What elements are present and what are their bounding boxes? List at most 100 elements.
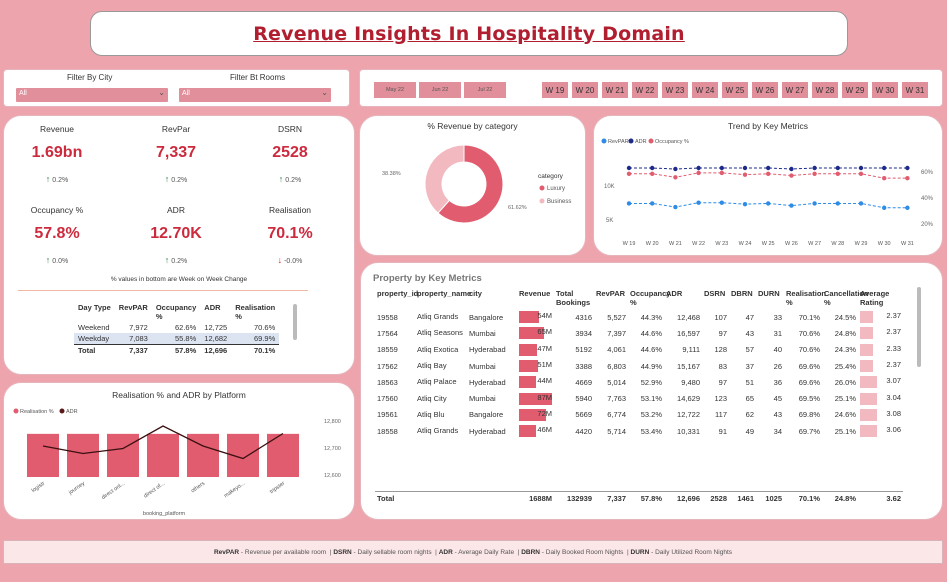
revenue-databar: 51M [519, 360, 552, 373]
column-header[interactable]: Revenue [517, 287, 554, 309]
week-slicer-3[interactable]: W 22 [632, 82, 658, 98]
daytype-table: Day Type RevPAR Occupancy % ADR Realisat… [74, 302, 280, 356]
rating-databar: 3.06 [860, 425, 901, 438]
column-header[interactable]: RevPAR [594, 287, 628, 309]
kpi-change: ↑ 0.2% [278, 174, 302, 184]
legend-label: Business [547, 199, 571, 205]
table-row[interactable]: 19561 Atliq Blu Bangalore 72M 5669 6,774 53.2%… [375, 407, 903, 423]
y-tick-label: 10K [604, 184, 615, 190]
month-slicer-2[interactable]: Jul 22 [464, 82, 506, 98]
column-header[interactable]: property_name [415, 287, 471, 309]
x-tick-label: W 25 [762, 241, 775, 247]
x-tick-label: logistr [31, 481, 47, 494]
data-point [650, 165, 655, 171]
divider [18, 290, 308, 291]
week-slicer-1[interactable]: W 20 [572, 82, 598, 98]
column-header[interactable]: city [467, 287, 517, 309]
week-slicer-12[interactable]: W 31 [902, 82, 928, 98]
column-header[interactable]: ADR [200, 302, 231, 322]
column-header[interactable]: Realisation % [784, 287, 826, 309]
kpi-change: ↑ 0.2% [164, 255, 188, 265]
legend-swatch [539, 198, 545, 204]
x-tick-label: W 28 [831, 241, 844, 247]
x-tick-label: makeyo... [223, 480, 246, 499]
column-header[interactable]: Occupancy % [628, 287, 670, 309]
data-point [858, 165, 864, 171]
legend-label: Luxury [547, 186, 565, 192]
legend-label: ADR [66, 409, 78, 415]
kpi-value: 70.1% [267, 225, 313, 242]
table-row[interactable]: Weekday 7,083 55.8% 12,682 69.9% [74, 333, 280, 345]
kpi-change: ↑ 0.0% [45, 255, 69, 265]
table-row[interactable]: 18563 Atliq Palace Hyderabad 44M 4669 5,014 52… [375, 374, 903, 390]
rating-databar: 2.33 [860, 343, 901, 356]
table-row[interactable]: Weekend 7,972 62.6% 12,725 70.6% [74, 322, 279, 333]
rating-databar: 2.37 [860, 311, 901, 324]
legend-title: category [538, 173, 564, 180]
data-point [789, 203, 794, 208]
table-row[interactable]: 17562 Atliq Bay Mumbai 51M 3388 6,803 44.9% 15,… [375, 358, 903, 374]
y-tick-label: 40% [921, 196, 934, 202]
table-row[interactable]: 17564 Atliq Seasons Mumbai 65M 3934 7,397 44.6… [375, 325, 903, 341]
data-point [766, 165, 771, 171]
column-header[interactable]: Day Type [74, 302, 115, 322]
legend-label: Occupancy % [655, 139, 689, 145]
week-slicer-4[interactable]: W 23 [662, 82, 688, 98]
data-point [742, 165, 748, 171]
property-table-card: Property by Key Metrics property_id prop… [360, 262, 943, 520]
column-header[interactable]: DSRN [702, 287, 729, 309]
week-slicer-5[interactable]: W 24 [692, 82, 718, 98]
scrollbar[interactable] [293, 304, 297, 340]
trend-chart-card: Trend by Key Metrics RevPAR ADR Occupancy … [593, 115, 943, 256]
week-slicer-9[interactable]: W 28 [812, 82, 838, 98]
arrow-up-icon: ↑ [45, 174, 51, 184]
rating-databar: 2.37 [860, 360, 901, 373]
table-row[interactable]: 18558 Atliq Grands Hyderabad 46M 4420 5,714 53… [375, 423, 903, 439]
arrow-up-icon: ↑ [45, 255, 51, 265]
bar [107, 433, 139, 477]
column-header[interactable]: ADR [664, 287, 702, 309]
week-slicer-2[interactable]: W 21 [602, 82, 628, 98]
column-header[interactable]: property_id [375, 287, 418, 309]
rooms-filter-label: Filter Bt Rooms [230, 73, 286, 82]
week-slicer-0[interactable]: W 19 [542, 82, 568, 98]
week-slicer-8[interactable]: W 27 [782, 82, 808, 98]
table-row[interactable]: 17560 Atliq City Mumbai 87M 5940 7,763 53.1% 14… [375, 390, 903, 406]
column-header[interactable]: RevPAR [115, 302, 152, 322]
kpi-revenue: Revenue 1.69bn ↑ 0.2% [12, 124, 102, 184]
data-point [673, 175, 678, 180]
column-header[interactable]: Cancellation % [822, 287, 869, 309]
column-header[interactable]: Total Bookings [554, 287, 594, 309]
revenue-databar: 87M [519, 392, 552, 405]
column-header[interactable]: Average Rating [858, 287, 903, 309]
data-point [835, 165, 840, 171]
week-slicer-6[interactable]: W 25 [722, 82, 748, 98]
kpi-value: 1.69bn [31, 144, 83, 161]
table-row[interactable]: 18559 Atliq Exotica Hyderabad 47M 5192 4,061 4… [375, 342, 903, 358]
rooms-filter-select[interactable]: All ⌄ [179, 88, 331, 102]
chart-title: % Revenue by category [427, 121, 518, 131]
data-point [905, 165, 910, 171]
kpi-label: ADR [167, 205, 185, 215]
slice-label: 61.62% [508, 205, 527, 211]
chevron-down-icon: ⌄ [321, 88, 328, 97]
table-row[interactable]: 19558 Atliq Grands Bangalore 54M 4316 5,527 44… [375, 309, 903, 325]
month-slicer-1[interactable]: Jun 22 [419, 82, 461, 98]
data-point [835, 171, 840, 176]
column-header[interactable]: Occupancy % [152, 302, 200, 322]
legend-swatch [539, 185, 545, 191]
week-slicer-10[interactable]: W 29 [842, 82, 868, 98]
kpi-revpar: RevPar 7,337 ↑ 0.2% [131, 124, 221, 184]
column-header[interactable]: DBRN [729, 287, 756, 309]
x-tick-label: tripster [269, 481, 286, 496]
column-header[interactable]: Realisation % [231, 302, 279, 322]
week-slicer-11[interactable]: W 30 [872, 82, 898, 98]
week-slicer-7[interactable]: W 26 [752, 82, 778, 98]
month-slicer-0[interactable]: May 22 [374, 82, 416, 98]
data-point [858, 201, 864, 206]
city-filter-select[interactable]: All ⌄ [16, 88, 168, 102]
column-header[interactable]: DURN [756, 287, 784, 309]
scrollbar[interactable] [917, 287, 921, 367]
y-tick-label: 12,800 [324, 419, 341, 425]
data-point [719, 170, 724, 176]
